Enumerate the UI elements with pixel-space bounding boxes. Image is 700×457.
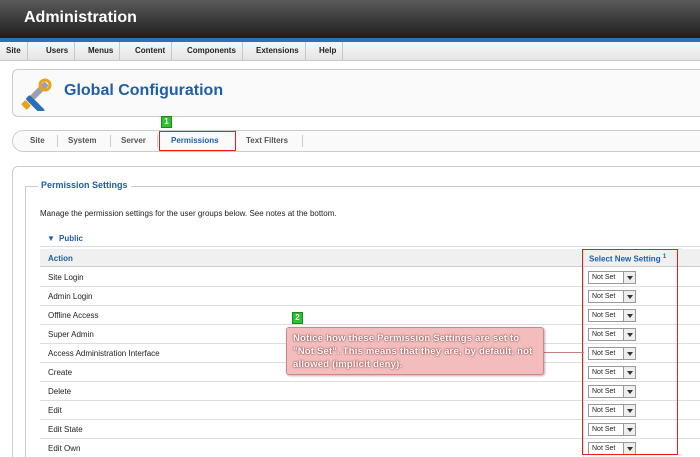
action-label: Edit Own: [48, 444, 81, 453]
menu-components[interactable]: Components: [181, 42, 243, 61]
column-action: Action: [48, 254, 73, 263]
step-badge-1: 1: [161, 116, 172, 128]
permissions-tab-highlight: [159, 131, 236, 151]
callout-connector: [544, 352, 584, 353]
settings-column-highlight: [582, 249, 678, 455]
collapse-arrow-icon[interactable]: ▼: [47, 234, 55, 243]
menu-menus[interactable]: Menus: [82, 42, 121, 61]
fieldset-legend: Permission Settings: [38, 180, 131, 190]
tab-site[interactable]: Site: [30, 130, 45, 152]
action-label: Admin Login: [48, 292, 93, 301]
config-tabs: [12, 130, 700, 152]
action-label: Super Admin: [48, 330, 94, 339]
tools-icon: [21, 78, 52, 111]
step-badge-2: 2: [292, 312, 303, 324]
group-name: Public: [59, 234, 84, 243]
tab-system[interactable]: System: [68, 130, 96, 152]
tab-text-filters[interactable]: Text Filters: [246, 130, 288, 152]
action-label: Access Administration Interface: [48, 349, 160, 358]
annotation-callout: Notice how these Permission Settings are…: [286, 327, 544, 375]
menu-help[interactable]: Help: [313, 42, 344, 61]
app-title: Administration: [24, 9, 137, 26]
page-title: Global Configuration: [64, 82, 224, 99]
tab-divider: [302, 135, 303, 147]
tab-divider: [110, 135, 111, 147]
tab-divider: [157, 135, 158, 147]
group-public-header[interactable]: ▼ Public: [40, 231, 700, 247]
action-label: Edit State: [48, 425, 83, 434]
action-label: Edit: [48, 406, 62, 415]
action-label: Delete: [48, 387, 72, 396]
menu-extensions[interactable]: Extensions: [250, 42, 306, 61]
tab-server[interactable]: Server: [121, 130, 146, 152]
menu-content[interactable]: Content: [129, 42, 173, 61]
menu-users[interactable]: Users: [40, 42, 76, 61]
action-label: Site Login: [48, 273, 84, 282]
permissions-description: Manage the permission settings for the u…: [40, 209, 337, 218]
main-menu: Site Users Menus Content Components Exte…: [0, 42, 700, 61]
action-label: Offline Access: [48, 311, 99, 320]
action-label: Create: [48, 368, 73, 377]
admin-header: Administration: [0, 0, 700, 38]
callout-text: Notice how these Permission Settings are…: [293, 333, 533, 370]
menu-site[interactable]: Site: [0, 42, 28, 61]
tab-divider: [57, 135, 58, 147]
